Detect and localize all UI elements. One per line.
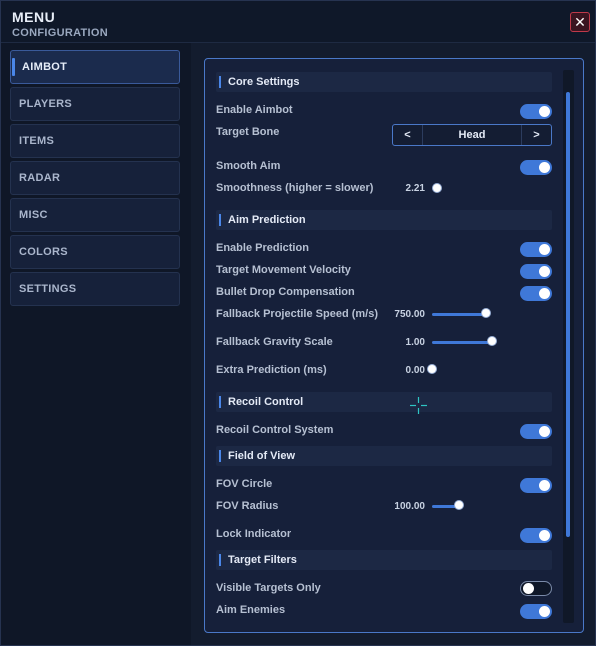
extra-prediction-label: Extra Prediction (ms) [216,364,327,376]
recoil-system-label: Recoil Control System [216,424,334,436]
toggle-knob [539,266,550,277]
fov-radius-value: 100.00 [394,501,425,512]
projectile-speed-slider-track[interactable] [432,313,486,316]
smoothness-slider-knob[interactable] [432,183,442,193]
section-field-of-view: Field of View [216,446,552,466]
toggle-knob [539,106,550,117]
toggle-knob [539,530,550,541]
extra-prediction-slider-knob[interactable] [427,364,437,374]
crosshair-icon [410,397,427,414]
target-velocity-label: Target Movement Velocity [216,264,351,276]
fov-radius-label: FOV Radius [216,500,279,512]
target-bone-label: Target Bone [216,126,280,138]
smooth-aim-label: Smooth Aim [216,160,281,172]
toggle-knob [539,606,550,617]
bullet-drop-label: Bullet Drop Compensation [216,286,355,298]
sidebar-item-settings[interactable]: SETTINGS [10,272,180,306]
toggle-knob [539,480,550,491]
toggle-knob [539,426,550,437]
aimbot-settings-panel: Core Settings Enable Aimbot Target Bone … [204,58,584,633]
sidebar-item-players[interactable]: PLAYERS [10,87,180,121]
section-target-filters: Target Filters [216,550,552,570]
toggle-knob [539,288,550,299]
toggle-knob [539,244,550,255]
fov-radius-slider-knob[interactable] [454,500,464,510]
close-button[interactable]: ✕ [570,12,590,32]
aim-enemies-label: Aim Enemies [216,604,286,616]
target-bone-next-button[interactable]: > [521,125,551,145]
visible-only-toggle[interactable] [520,581,552,596]
section-aim-prediction: Aim Prediction [216,210,552,230]
enable-prediction-toggle[interactable] [520,242,552,257]
projectile-speed-label: Fallback Projectile Speed (m/s) [216,308,379,320]
sidebar-item-misc[interactable]: MISC [10,198,180,232]
extra-prediction-value: 0.00 [405,365,425,376]
toggle-knob [523,583,534,594]
fov-circle-label: FOV Circle [216,478,273,490]
sidebar: AIMBOT PLAYERS ITEMS RADAR MISC COLORS S… [1,43,191,645]
smooth-aim-toggle[interactable] [520,160,552,175]
menu-subtitle: CONFIGURATION [12,27,108,39]
bullet-drop-toggle[interactable] [520,286,552,301]
target-velocity-toggle[interactable] [520,264,552,279]
section-recoil-control: Recoil Control [216,392,552,412]
section-core-settings: Core Settings [216,72,552,92]
recoil-system-toggle[interactable] [520,424,552,439]
lock-indicator-label: Lock Indicator [216,528,292,540]
gravity-scale-label: Fallback Gravity Scale [216,336,333,348]
sidebar-item-colors[interactable]: COLORS [10,235,180,269]
visible-only-label: Visible Targets Only [216,582,321,594]
scrollbar-thumb[interactable] [566,92,570,537]
sidebar-item-radar[interactable]: RADAR [10,161,180,195]
target-bone-prev-button[interactable]: < [393,125,423,145]
gravity-scale-slider-track[interactable] [432,341,492,344]
smoothness-value: 2.21 [405,183,425,194]
menu-title: MENU [12,9,56,25]
aim-enemies-toggle[interactable] [520,604,552,619]
toggle-knob [539,162,550,173]
sidebar-item-aimbot[interactable]: AIMBOT [10,50,180,84]
sidebar-item-items[interactable]: ITEMS [10,124,180,158]
smoothness-label: Smoothness (higher = slower) [216,182,374,194]
target-bone-selector: < Head > [392,124,552,146]
target-bone-value: Head [458,129,486,141]
enable-aimbot-label: Enable Aimbot [216,104,293,116]
projectile-speed-value: 750.00 [394,309,425,320]
window-header: MENU CONFIGURATION ✕ [1,1,595,43]
enable-aimbot-toggle[interactable] [520,104,552,119]
fov-circle-toggle[interactable] [520,478,552,493]
gravity-scale-slider-knob[interactable] [487,336,497,346]
enable-prediction-label: Enable Prediction [216,242,309,254]
close-icon: ✕ [574,14,586,30]
gravity-scale-value: 1.00 [405,337,425,348]
lock-indicator-toggle[interactable] [520,528,552,543]
projectile-speed-slider-knob[interactable] [481,308,491,318]
